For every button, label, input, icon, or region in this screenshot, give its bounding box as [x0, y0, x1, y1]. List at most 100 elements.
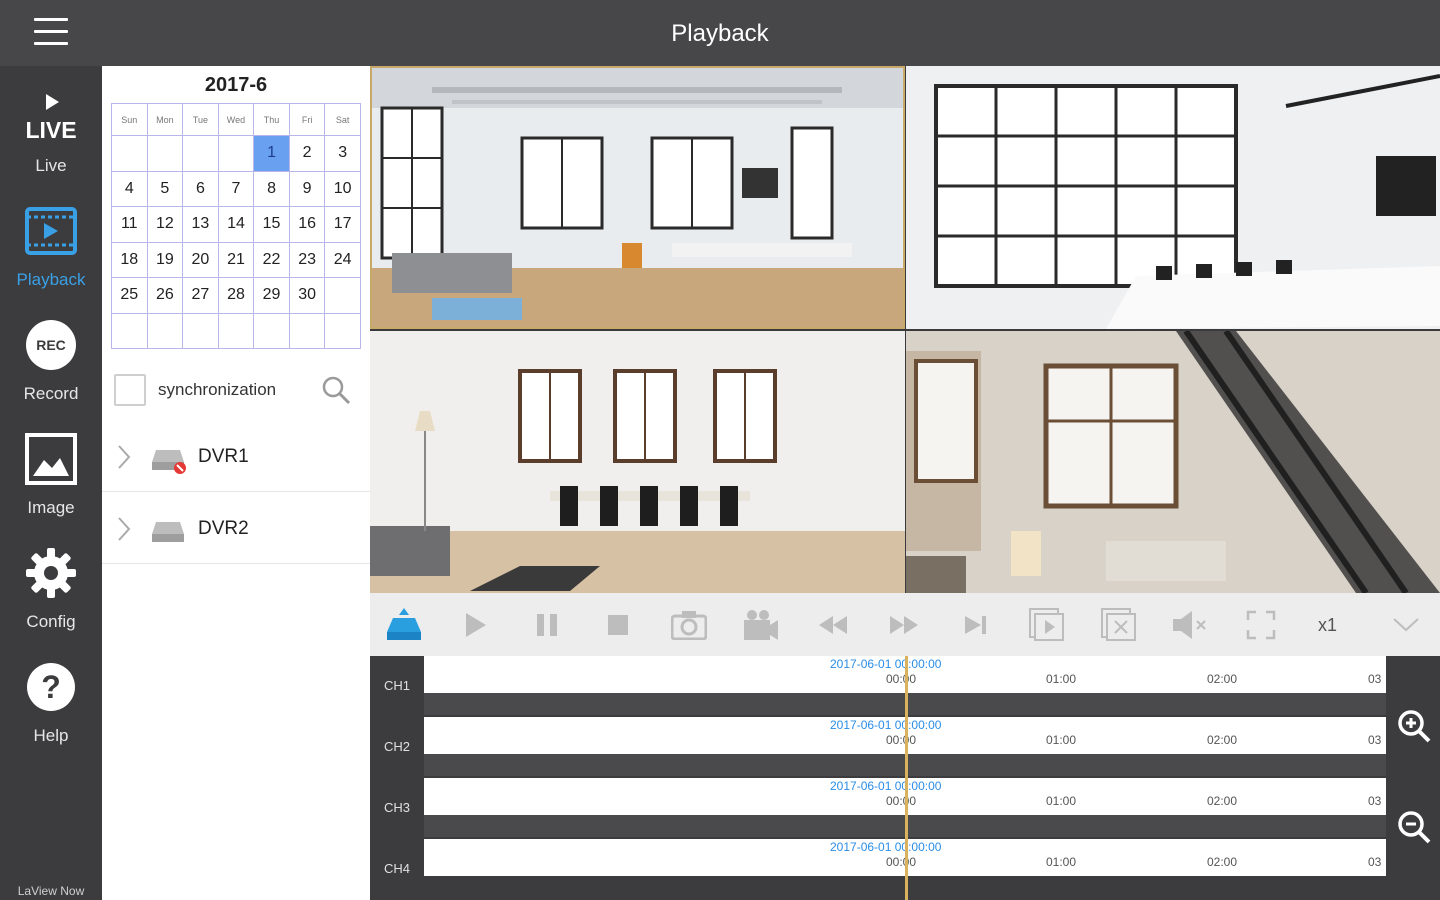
calendar-day[interactable]: 9 [288, 170, 326, 207]
nav-label-playback: Playback [16, 270, 86, 289]
chevron-right-icon[interactable] [116, 516, 132, 542]
timeline-timestamp: 2017-06-01 00:00:00 [830, 657, 942, 671]
nav-item-help[interactable]: ? Help [0, 656, 102, 768]
nav-item-record[interactable]: REC Record [0, 314, 102, 426]
mute-button[interactable] [1170, 605, 1210, 645]
tick-label: 02:00 [1207, 794, 1238, 808]
device-row-dvr2[interactable]: DVR2 [102, 494, 370, 564]
calendar-day [288, 312, 326, 349]
dvr-error-icon [152, 450, 186, 474]
nav-label-live: Live [35, 156, 67, 175]
search-icon[interactable] [320, 374, 352, 406]
calendar-day[interactable] [324, 277, 361, 314]
calendar-day[interactable]: 10 [324, 170, 361, 207]
video-window-3[interactable] [370, 331, 905, 593]
tick-label: 03 [1368, 672, 1382, 686]
fullscreen-icon [1246, 610, 1276, 640]
camera-feed-4 [906, 331, 1440, 593]
nav-item-playback[interactable]: Playback [0, 200, 102, 312]
calendar-day[interactable]: 26 [146, 277, 184, 314]
fullscreen-button[interactable] [1241, 605, 1281, 645]
calendar-day[interactable]: 20 [182, 241, 219, 278]
nav-item-config[interactable]: Config [0, 542, 102, 654]
pause-button[interactable] [527, 605, 567, 645]
play-button[interactable] [456, 605, 496, 645]
calendar-day[interactable]: 12 [146, 206, 184, 243]
weekday-label: Sat [324, 103, 361, 136]
mute-icon [1173, 611, 1206, 639]
calendar-day[interactable] [111, 135, 148, 172]
chevron-down-icon [1393, 618, 1419, 632]
calendar-day[interactable]: 28 [217, 277, 255, 314]
calendar-day[interactable]: 14 [217, 206, 255, 243]
live-icon-text: LIVE [25, 117, 76, 142]
snapshot-button[interactable] [669, 605, 709, 645]
next-frame-button[interactable] [956, 605, 996, 645]
calendar-day[interactable]: 8 [253, 170, 290, 207]
live-icon: LIVE [25, 94, 77, 142]
brand-label: LaView Now [17, 884, 85, 898]
rewind-button[interactable] [813, 605, 853, 645]
sync-checkbox[interactable] [114, 374, 146, 406]
calendar-day[interactable]: 5 [146, 170, 184, 207]
calendar-week: 11 12 13 14 15 16 17 [111, 206, 361, 243]
calendar-day[interactable]: 3 [324, 135, 361, 172]
calendar-day[interactable]: 4 [111, 170, 148, 207]
nav-label-help: Help [33, 726, 69, 745]
channel-row-ch3: CH3 2017-06-01 00:00:00 00:00 01:00 02:0… [370, 778, 1387, 837]
calendar-day [217, 312, 255, 349]
calendar-day[interactable]: 30 [288, 277, 326, 314]
camera-feed-1 [372, 68, 903, 327]
tick-label: 02:00 [1207, 672, 1238, 686]
video-window-1[interactable] [370, 66, 905, 329]
calendar-day [146, 312, 184, 349]
calendar-day[interactable]: 6 [182, 170, 219, 207]
calendar-day[interactable]: 25 [111, 277, 148, 314]
device-row-dvr1[interactable]: DVR1 [102, 422, 370, 492]
stop-button[interactable] [598, 605, 638, 645]
calendar-day[interactable]: 24 [324, 241, 361, 278]
calendar-day[interactable]: 2 [288, 135, 326, 172]
calendar-day[interactable]: 18 [111, 241, 148, 278]
playback-speed[interactable]: x1 [1318, 615, 1337, 636]
calendar-day[interactable]: 27 [182, 277, 219, 314]
calendar-day[interactable] [217, 135, 255, 172]
calendar-day[interactable]: 7 [217, 170, 255, 207]
calendar-day[interactable]: 15 [253, 206, 290, 243]
fast-forward-icon [890, 616, 918, 634]
single-play-button[interactable] [1027, 605, 1067, 645]
calendar-day[interactable]: 29 [253, 277, 290, 314]
record-clip-button[interactable] [741, 605, 781, 645]
calendar-day-selected[interactable]: 1 [253, 135, 290, 172]
calendar-day[interactable] [146, 135, 184, 172]
calendar-day[interactable]: 11 [111, 206, 148, 243]
timeline-playhead[interactable] [905, 656, 908, 900]
calendar-day[interactable]: 17 [324, 206, 361, 243]
calendar-day[interactable]: 23 [288, 241, 326, 278]
calendar-day[interactable]: 16 [288, 206, 326, 243]
weekday-label: Mon [146, 103, 184, 136]
close-window-button[interactable] [1099, 605, 1139, 645]
chevron-right-icon[interactable] [116, 444, 132, 470]
zoom-out-icon[interactable] [1396, 809, 1432, 845]
calendar-day[interactable]: 22 [253, 241, 290, 278]
weekday-label: Tue [182, 103, 219, 136]
calendar-day[interactable]: 21 [217, 241, 255, 278]
weekday-label: Thu [253, 103, 290, 136]
calendar-day[interactable] [182, 135, 219, 172]
video-window-4[interactable] [906, 331, 1440, 593]
dvr-icon [152, 522, 184, 542]
nav-item-live[interactable]: LIVE Live [0, 86, 102, 198]
calendar-day[interactable]: 19 [146, 241, 184, 278]
nav-label-image: Image [27, 498, 75, 517]
nav-item-image[interactable]: Image [0, 428, 102, 540]
video-window-2[interactable] [906, 66, 1440, 329]
more-options-button[interactable] [1386, 605, 1426, 645]
calendar-day[interactable]: 13 [182, 206, 219, 243]
device-name: DVR1 [198, 446, 249, 467]
sync-label: synchronization [158, 380, 277, 399]
zoom-in-icon[interactable] [1396, 708, 1432, 744]
dvr-select-button[interactable] [384, 605, 424, 645]
fast-forward-button[interactable] [884, 605, 924, 645]
calendar-day [182, 312, 219, 349]
